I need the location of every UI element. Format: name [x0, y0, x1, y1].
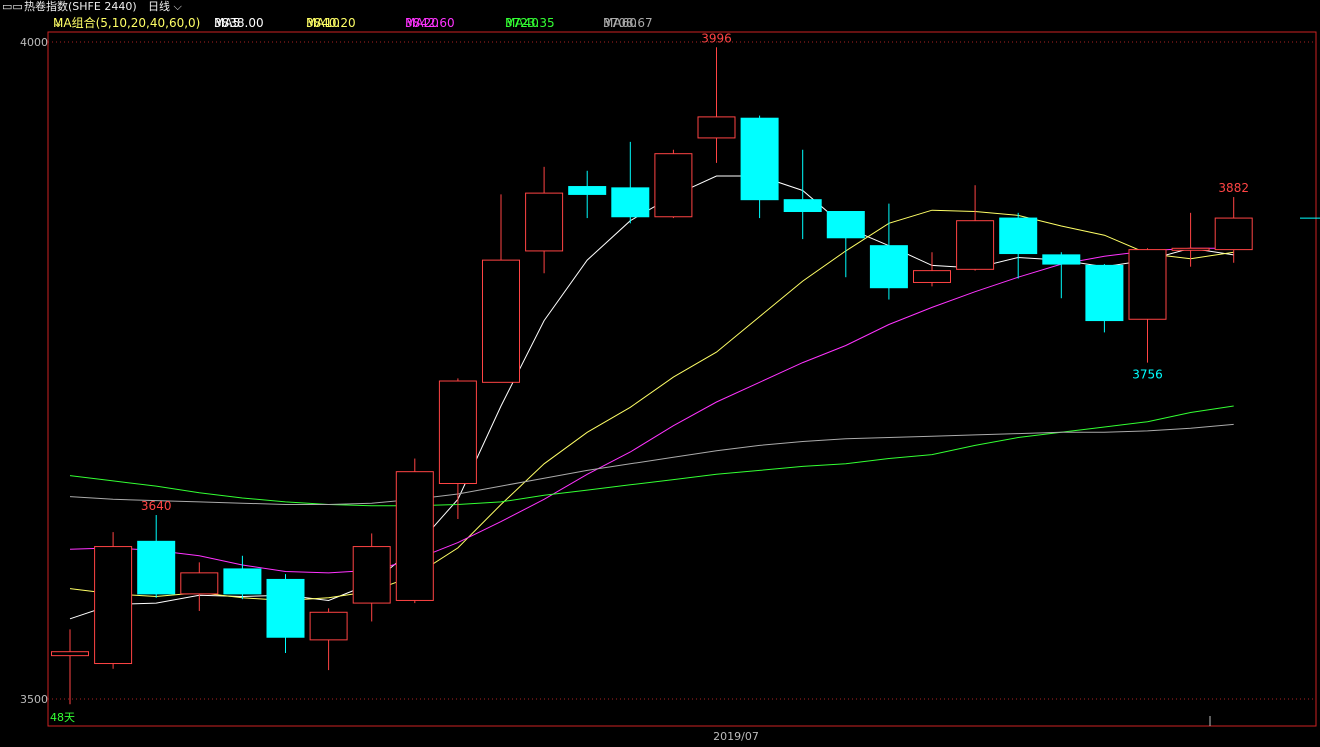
moving-average-lines: [69, 175, 1234, 620]
candle-21[interactable]: [956, 185, 995, 271]
ma-line-ma5: [69, 175, 1234, 620]
candle-body-down: [783, 199, 822, 213]
candle-14[interactable]: [654, 149, 693, 219]
candle-body-down: [1085, 264, 1124, 322]
annotation-high-3640: 3640: [141, 499, 172, 513]
candle-17[interactable]: [783, 149, 822, 240]
candle-body-up: [697, 116, 736, 139]
candle-body-up: [482, 259, 520, 383]
plot-border: [47, 31, 1317, 727]
candle-13[interactable]: [611, 141, 650, 224]
ma-line-ma10: [69, 209, 1234, 602]
candle-15[interactable]: [697, 47, 736, 163]
candle-body-up: [525, 192, 564, 252]
candle-body-down: [999, 217, 1038, 255]
x-axis-date-label: 2019/07: [713, 730, 759, 743]
candle-10[interactable]: [482, 194, 520, 383]
candle-23[interactable]: [1042, 252, 1081, 299]
y-axis: 4000 3500: [20, 36, 48, 706]
candle-22[interactable]: [999, 212, 1038, 279]
candle-body-up: [438, 380, 477, 485]
candle-body-up: [1214, 217, 1253, 251]
candle-body-up: [395, 471, 434, 601]
candle-7[interactable]: [352, 533, 391, 622]
candle-9[interactable]: [438, 378, 477, 519]
ma-line-ma20: [69, 247, 1234, 574]
candle-body-up: [352, 546, 391, 604]
candle-11[interactable]: [525, 166, 564, 274]
candlestick-chart[interactable]: 4000 3500 3996 3640 3882 3756 2019/07 48天: [0, 0, 1320, 747]
candle-8[interactable]: [395, 458, 434, 604]
candle-20[interactable]: [913, 252, 951, 287]
candle-body-up: [913, 270, 951, 283]
x-axis: 2019/07 48天: [50, 711, 759, 743]
y-tick-label-3500: 3500: [20, 693, 48, 706]
candles[interactable]: [51, 47, 1253, 705]
candle-12[interactable]: [568, 170, 607, 219]
candle-body-up: [1128, 249, 1167, 320]
candle-body-up: [956, 220, 995, 270]
candle-body-down: [740, 117, 779, 201]
candle-body-up: [51, 651, 89, 657]
annotations: 3996 3640 3882 3756: [141, 31, 1249, 513]
y-tick-label-4000: 4000: [20, 36, 48, 49]
candle-18[interactable]: [826, 211, 865, 278]
candle-body-down: [826, 211, 865, 239]
candle-6[interactable]: [309, 608, 348, 671]
annotation-low-3756: 3756: [1132, 368, 1163, 382]
candle-body-up: [654, 153, 693, 218]
candle-5[interactable]: [266, 574, 305, 654]
candle-25[interactable]: [1128, 248, 1167, 363]
chart-frame: [47, 31, 1320, 727]
candle-24[interactable]: [1085, 264, 1124, 333]
candle-body-down: [568, 186, 607, 195]
candle-body-down: [266, 578, 305, 638]
candle-body-up: [1171, 247, 1210, 251]
candle-body-down: [1042, 254, 1081, 265]
candle-body-down: [869, 245, 908, 289]
ma-line-ma40: [69, 405, 1234, 507]
candle-26[interactable]: [1171, 212, 1210, 267]
candle-body-up: [180, 572, 219, 595]
candle-body-down: [611, 187, 650, 218]
annotation-high-3882: 3882: [1218, 181, 1249, 195]
candle-body-up: [94, 546, 133, 665]
candle-body-up: [309, 611, 348, 641]
candle-2[interactable]: [137, 515, 176, 598]
candle-1[interactable]: [94, 532, 133, 669]
candle-body-down: [223, 568, 262, 595]
ma-line-ma60: [69, 423, 1234, 505]
candle-0[interactable]: [51, 629, 89, 705]
candle-body-down: [137, 540, 176, 595]
candle-16[interactable]: [740, 115, 779, 219]
candle-3[interactable]: [180, 562, 219, 611]
annotation-high-3996: 3996: [701, 31, 732, 45]
corner-day-count-label: 48天: [50, 711, 75, 724]
candle-19[interactable]: [869, 203, 908, 300]
